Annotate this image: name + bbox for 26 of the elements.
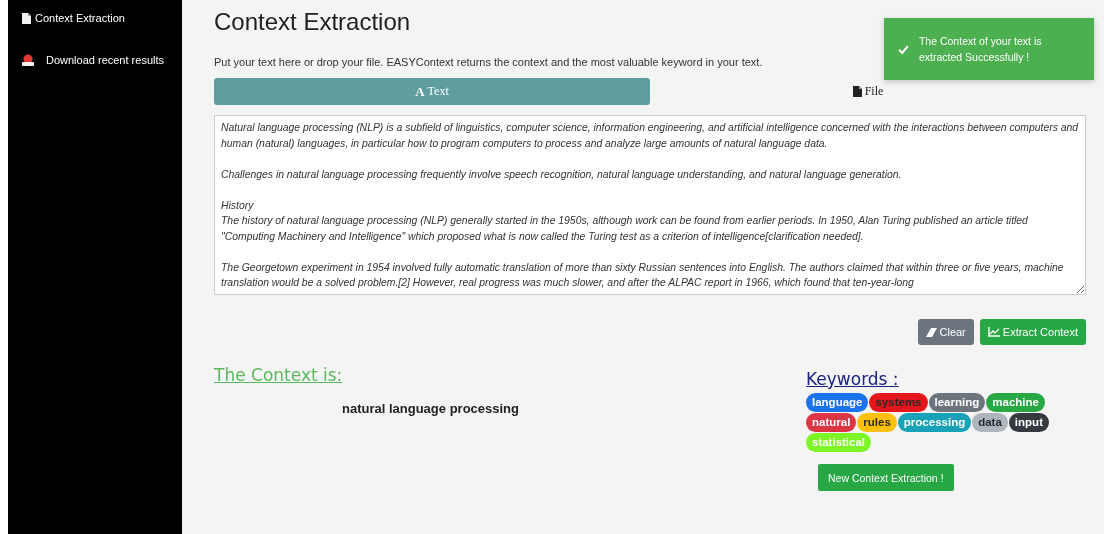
keyword-tag: input (1008, 413, 1049, 432)
eraser-icon (925, 327, 937, 337)
clear-button[interactable]: Clear (917, 319, 974, 345)
keyword-tag: statistical (806, 433, 872, 452)
sidebar-item[interactable]: Context Extraction (22, 12, 182, 24)
chart-icon (987, 327, 1000, 337)
keyword-tag: processing (897, 413, 972, 432)
file-icon (852, 86, 862, 97)
toast-message: The Context of your text is extracted Successfully ! (918, 34, 1043, 65)
page-title: Context Extraction (214, 8, 412, 36)
description: Put your text here or drop your file. EASYContext returns the context and the most valuable keyword in your text. (214, 56, 763, 68)
keyword-tag: learning (928, 393, 986, 412)
context-heading: The Context is: (214, 365, 343, 385)
alert-icon (22, 54, 34, 66)
keyword-tag: natural (806, 413, 857, 432)
keyword-tag: data (972, 413, 1008, 432)
tab[interactable]: File (650, 78, 1086, 105)
text-input[interactable]: Natural language processing (NLP) is a subfield of linguistics, computer science, information engineering, and artificial intelligence concerned with the interactions between computers and human (natural) languages, in particular how to program computers to process and analyze large amounts of natural language data. Challenges in natural language processing frequently involve speech recognition, natural language understanding, and natural language generation. History The history of natural language processing (NLP) generally started in the 1950s, although work can be found from earlier periods. In 1950, Alan Turing published an article titled "Computing Machinery and Intelligence" which proposed what is now called the Turing test as a criterion of intelligence[clarification needed]. The Georgetown experiment in 1954 involved fully automatic translation of more than sixty Russian sentences into English. The authors claimed that within three or five years, machine translation would be a solved problem.[2] However, real progress was much slower, and after the ALPAC report in 1966, which found that ten-year-long (214, 115, 1086, 295)
context-result: natural language processing (342, 401, 520, 416)
keyword-tag: systems (869, 393, 928, 412)
keyword-tag: rules (857, 413, 897, 432)
document-icon (22, 12, 31, 24)
sidebar-item[interactable]: Download recent results (22, 54, 182, 66)
keyword-tag: machine (986, 393, 1045, 412)
keywords-heading: Keywords : (806, 369, 899, 389)
keyword-tag: language (806, 393, 869, 412)
